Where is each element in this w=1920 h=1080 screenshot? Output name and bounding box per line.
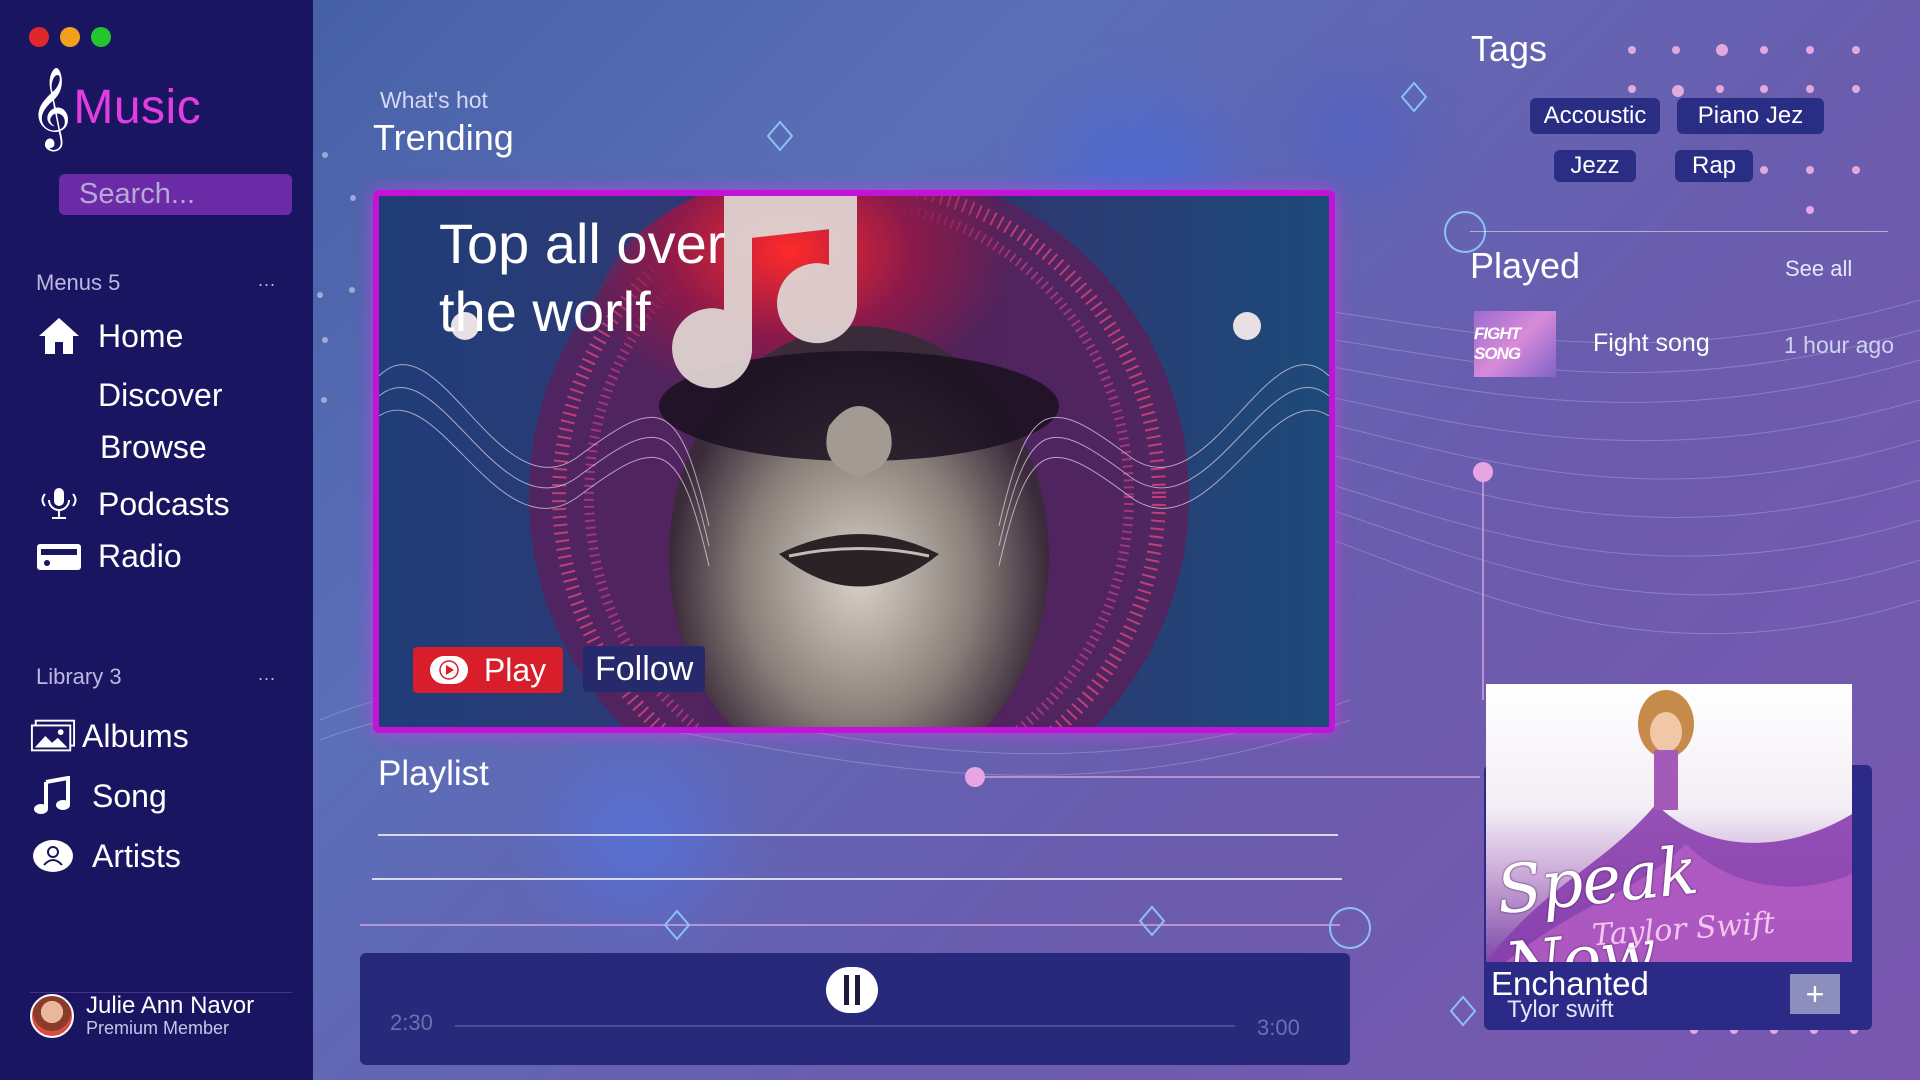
pause-icon: [844, 975, 849, 1005]
library-heading: Library 3 ...: [36, 664, 276, 690]
tag-chip[interactable]: Rap: [1675, 150, 1753, 182]
see-all-link[interactable]: See all: [1785, 256, 1852, 282]
tag-chip[interactable]: Accoustic: [1530, 98, 1660, 134]
tag-chip[interactable]: Piano Jez: [1677, 98, 1824, 134]
playlist-row[interactable]: [372, 878, 1342, 880]
playlist-row[interactable]: [378, 834, 1338, 836]
tags-title: Tags: [1471, 28, 1548, 69]
library-more-button[interactable]: ...: [258, 664, 276, 690]
sidebar-item-label: Albums: [82, 717, 189, 754]
elapsed-time: 2:30: [390, 1010, 433, 1035]
menus-more-button[interactable]: ...: [258, 270, 276, 296]
play-button-label: Play: [483, 651, 547, 688]
music-note-icon: [30, 776, 76, 816]
sidebar-item-label: Home: [98, 317, 184, 354]
sidebar-item-artists[interactable]: Artists: [30, 836, 181, 876]
total-duration: 3:00: [1257, 1015, 1300, 1040]
play-button[interactable]: Play: [413, 647, 563, 693]
sidebar-item-label: Browse: [100, 429, 207, 465]
played-item-title[interactable]: Fight song: [1593, 329, 1710, 358]
avatar: [30, 994, 74, 1039]
sidebar-item-label: Radio: [98, 537, 182, 574]
user-role: Premium Member: [86, 1018, 230, 1039]
sidebar-item-label: Song: [92, 777, 167, 814]
user-profile[interactable]: Julie Ann Navor Premium Member: [30, 993, 254, 1039]
sidebar-item-song[interactable]: Song: [30, 776, 167, 816]
microphone-icon: [36, 484, 82, 524]
follow-button-label: Follow: [595, 649, 694, 688]
sidebar: 𝄞 Music Menus 5 ... Home Discover Browse…: [0, 0, 313, 1080]
section-eyebrow: What's hot: [380, 87, 488, 113]
playlist-title: Playlist: [378, 754, 489, 793]
sidebar-item-podcasts[interactable]: Podcasts: [36, 484, 230, 524]
sidebar-item-home[interactable]: Home: [36, 316, 183, 356]
pause-button[interactable]: [826, 967, 878, 1013]
sidebar-item-label: Podcasts: [98, 485, 230, 522]
played-item-time: 1 hour ago: [1784, 332, 1894, 358]
close-button[interactable]: [29, 27, 49, 47]
menus-heading: Menus 5 ...: [36, 270, 276, 296]
pause-icon-bar: [855, 975, 860, 1005]
sidebar-item-albums[interactable]: Albums: [30, 716, 189, 756]
sidebar-item-radio[interactable]: Radio: [36, 536, 182, 576]
image-icon: [30, 716, 76, 756]
sidebar-item-browse[interactable]: Browse: [100, 429, 207, 466]
sidebar-item-discover[interactable]: Discover: [98, 377, 222, 414]
menus-heading-label: Menus 5: [36, 270, 121, 295]
played-title: Played: [1470, 245, 1581, 286]
maximize-button[interactable]: [91, 27, 111, 47]
tag-chip[interactable]: Jezz: [1554, 150, 1636, 182]
divider: [1470, 231, 1888, 232]
user-name: Julie Ann Navor: [86, 992, 255, 1019]
played-item-thumbnail[interactable]: FIGHT SONG: [1474, 311, 1556, 377]
seek-bar[interactable]: [455, 1025, 1235, 1027]
radio-icon: [36, 536, 82, 576]
add-button[interactable]: +: [1790, 974, 1840, 1014]
now-playing-artist: Tylor swift: [1507, 996, 1614, 1023]
home-icon: [36, 316, 82, 356]
play-icon: [429, 656, 468, 684]
follow-button[interactable]: Follow: [583, 646, 706, 692]
trending-title: Trending: [373, 117, 514, 158]
hero-headline: Top all over the worlf: [439, 212, 726, 343]
trending-hero-banner[interactable]: Top all over the worlf Play Follow: [373, 190, 1335, 733]
window-controls: [29, 27, 111, 47]
sidebar-item-label: Artists: [92, 837, 181, 874]
player-bar: 2:30 3:00: [360, 953, 1350, 1065]
minimize-button[interactable]: [60, 27, 80, 47]
album-art[interactable]: Speak Now Taylor Swift: [1486, 684, 1852, 962]
library-heading-label: Library 3: [36, 664, 122, 689]
search-input[interactable]: [59, 174, 292, 215]
thumbnail-text: FIGHT SONG: [1474, 324, 1521, 363]
app-brand: 𝄞 Music: [30, 72, 201, 142]
treble-clef-icon: 𝄞: [30, 66, 72, 148]
brand-name: Music: [73, 80, 202, 134]
user-icon: [30, 836, 76, 876]
sidebar-item-label: Discover: [98, 377, 223, 413]
